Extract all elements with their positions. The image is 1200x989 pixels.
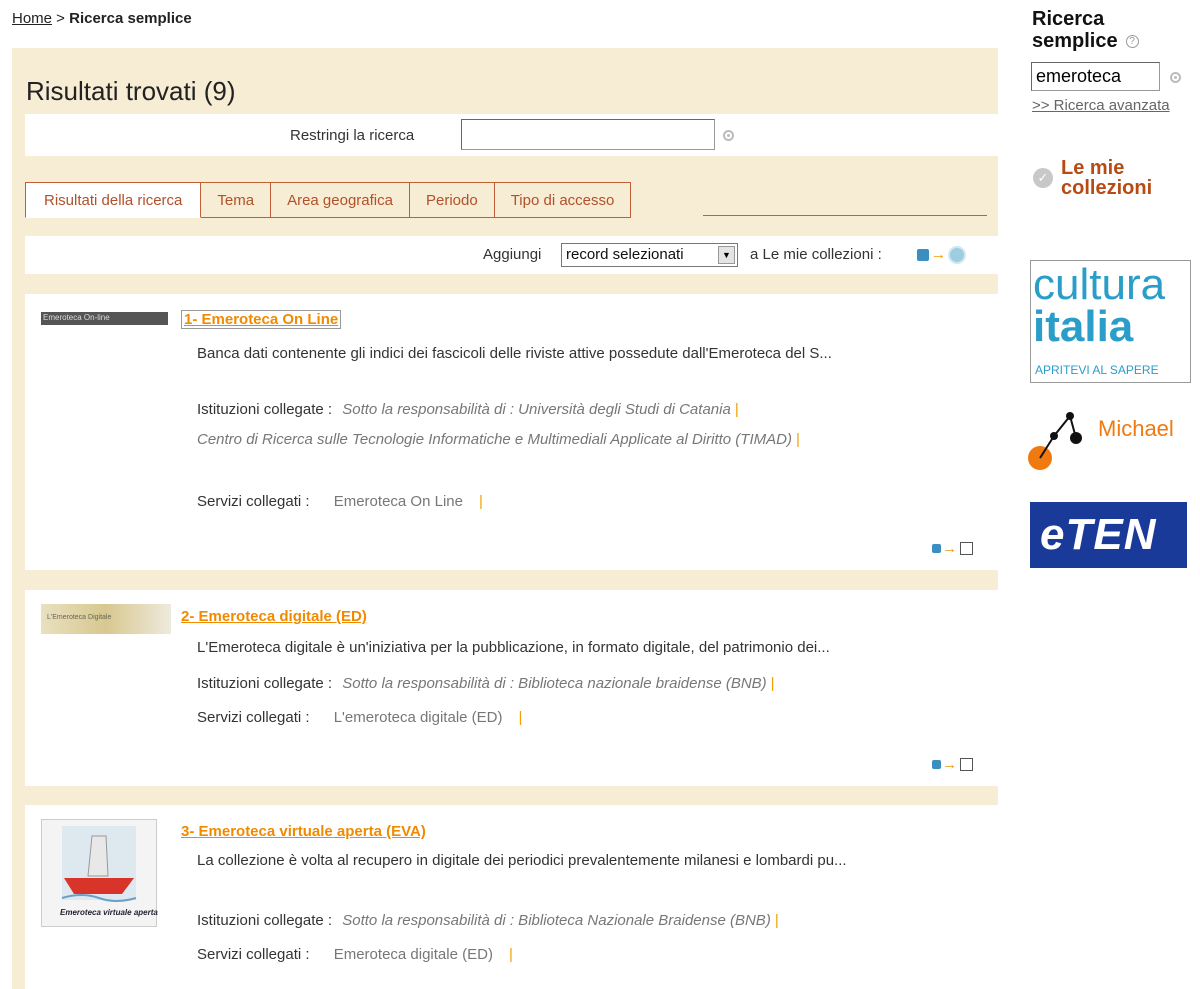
result-card: Emeroteca On-line 1- Emeroteca On Line B… bbox=[25, 294, 999, 570]
sidebar-title-line1: Ricerca bbox=[1032, 8, 1105, 30]
separator: | bbox=[734, 401, 739, 418]
separator: | bbox=[774, 912, 779, 929]
institutions-label: Istituzioni collegate : bbox=[197, 912, 333, 929]
logo-tagline: APRITEVI AL SAPERE bbox=[1035, 363, 1159, 377]
culturaitalia-logo[interactable]: cultura italia APRITEVI AL SAPERE bbox=[1030, 260, 1191, 383]
result-actions: → bbox=[932, 755, 973, 773]
logo-text: eTEN bbox=[1040, 510, 1157, 559]
tab-area-geografica[interactable]: Area geografica bbox=[271, 182, 410, 218]
result-thumbnail[interactable]: Emeroteca virtuale aperta bbox=[41, 819, 158, 927]
institution-link[interactable]: Sotto la responsabilità di : Biblioteca … bbox=[342, 675, 766, 692]
tab-tipo-di-accesso[interactable]: Tipo di accesso bbox=[494, 182, 632, 218]
separator: | bbox=[508, 946, 513, 963]
breadcrumb: Home > Ricerca semplice bbox=[12, 10, 192, 27]
sidebar-search-input[interactable] bbox=[1031, 62, 1160, 91]
records-icon bbox=[932, 760, 941, 769]
collections-line2: collezioni bbox=[1061, 177, 1153, 199]
records-icon bbox=[932, 544, 941, 553]
result-thumbnail[interactable]: Emeroteca On-line bbox=[41, 312, 168, 325]
result-institutions: Istituzioni collegate : Sotto la respons… bbox=[197, 672, 977, 696]
result-card: Emeroteca virtuale aperta 3- Emeroteca v… bbox=[25, 805, 999, 989]
service-link[interactable]: Emeroteca On Line bbox=[334, 493, 463, 510]
result-institutions: Istituzioni collegate : Sotto la respons… bbox=[197, 909, 977, 933]
separator: | bbox=[518, 709, 523, 726]
result-services: Servizi collegati : Emeroteca digitale (… bbox=[197, 943, 977, 967]
institutions-label: Istituzioni collegate : bbox=[197, 401, 333, 418]
add-suffix: a Le mie collezioni : bbox=[750, 246, 882, 263]
records-icon bbox=[917, 249, 929, 261]
breadcrumb-current: Ricerca semplice bbox=[69, 10, 192, 27]
check-icon: ✓ bbox=[1033, 168, 1053, 188]
result-description: La collezione è volta al recupero in dig… bbox=[197, 852, 847, 869]
service-link[interactable]: Emeroteca digitale (ED) bbox=[334, 946, 493, 963]
tab-bar: Risultati della ricerca Tema Area geogra… bbox=[25, 182, 632, 218]
result-services: Servizi collegati : L'emeroteca digitale… bbox=[197, 706, 977, 730]
tab-tema[interactable]: Tema bbox=[201, 182, 272, 218]
michael-dots-icon bbox=[1028, 412, 1082, 470]
tab-periodo[interactable]: Periodo bbox=[409, 182, 495, 218]
result-description: Banca dati contenente gli indici dei fas… bbox=[197, 345, 832, 362]
separator: | bbox=[770, 675, 775, 692]
result-title-link[interactable]: 2- Emeroteca digitale (ED) bbox=[181, 608, 367, 625]
service-link[interactable]: L'emeroteca digitale (ED) bbox=[334, 709, 503, 726]
help-icon[interactable]: ? bbox=[1125, 35, 1139, 49]
refine-label: Restringi la ricerca bbox=[290, 127, 415, 144]
result-description: L'Emeroteca digitale è un'iniziativa per… bbox=[197, 639, 830, 656]
arrow-right-icon: → bbox=[942, 539, 957, 557]
result-services: Servizi collegati : Emeroteca On Line | bbox=[197, 490, 977, 514]
sidebar-search-title: Ricerca semplice? bbox=[1032, 8, 1139, 52]
collection-icon bbox=[948, 246, 966, 264]
separator: | bbox=[795, 431, 800, 448]
result-institutions: Istituzioni collegate : Sotto la respons… bbox=[197, 398, 977, 452]
add-select-value: record selezionati bbox=[566, 246, 684, 263]
tab-risultati[interactable]: Risultati della ricerca bbox=[25, 182, 202, 218]
institution-link[interactable]: Centro di Ricerca sulle Tecnologie Infor… bbox=[197, 428, 792, 452]
arrow-right-icon: → bbox=[931, 246, 946, 263]
my-collections-label: Le mie collezioni bbox=[1061, 158, 1152, 198]
advanced-search-link[interactable]: >> Ricerca avanzata bbox=[1032, 97, 1170, 114]
institution-link[interactable]: Sotto la responsabilità di : Università … bbox=[342, 401, 731, 418]
thumbnail-caption: L'Emeroteca Digitale bbox=[47, 614, 112, 621]
result-actions: → bbox=[932, 539, 973, 557]
services-label: Servizi collegati : bbox=[197, 946, 310, 963]
results-panel: Risultati trovati (9) Restringi la ricer… bbox=[12, 48, 999, 989]
collections-line1: Le mie bbox=[1061, 157, 1125, 179]
refine-input[interactable] bbox=[461, 119, 715, 150]
page-title: Risultati trovati (9) bbox=[26, 76, 236, 106]
logo-text: cultura bbox=[1033, 260, 1166, 309]
result-thumbnail[interactable]: L'Emeroteca Digitale bbox=[41, 604, 171, 634]
result-card: L'Emeroteca Digitale 2- Emeroteca digita… bbox=[25, 590, 999, 786]
services-label: Servizi collegati : bbox=[197, 709, 310, 726]
logo-text: Michael bbox=[1098, 416, 1174, 441]
result-title-link[interactable]: 1- Emeroteca On Line bbox=[181, 310, 342, 329]
thumbnail-caption: Emeroteca virtuale aperta bbox=[60, 908, 158, 917]
services-label: Servizi collegati : bbox=[197, 493, 310, 510]
my-collections-link[interactable]: ✓ Le mie collezioni bbox=[1033, 158, 1152, 198]
sidebar-search-go-icon[interactable] bbox=[1170, 72, 1181, 83]
refine-bar: Restringi la ricerca bbox=[25, 114, 999, 156]
institution-link[interactable]: Sotto la responsabilità di : Biblioteca … bbox=[342, 912, 771, 929]
logo-text: italia bbox=[1033, 302, 1134, 351]
result-title-link[interactable]: 3- Emeroteca virtuale aperta (EVA) bbox=[181, 823, 426, 840]
separator: | bbox=[478, 493, 483, 510]
select-checkbox[interactable] bbox=[960, 542, 973, 555]
institutions-label: Istituzioni collegate : bbox=[197, 675, 333, 692]
add-to-collections-button[interactable]: → bbox=[917, 246, 966, 264]
breadcrumb-separator: > bbox=[52, 10, 70, 27]
thumbnail-caption: Emeroteca On-line bbox=[43, 313, 110, 322]
eten-logo[interactable]: eTEN bbox=[1030, 502, 1187, 568]
michael-logo[interactable]: Michael bbox=[1026, 408, 1194, 472]
add-selection-select[interactable]: record selezionati ▼ bbox=[561, 243, 738, 267]
add-to-collections-bar: Aggiungi record selezionati ▼ a Le mie c… bbox=[25, 236, 999, 274]
tabs-underline bbox=[703, 215, 987, 216]
refine-go-icon[interactable] bbox=[723, 130, 734, 141]
select-checkbox[interactable] bbox=[960, 758, 973, 771]
sidebar-title-line2: semplice bbox=[1032, 30, 1118, 52]
arrow-right-icon: → bbox=[942, 755, 957, 773]
breadcrumb-home-link[interactable]: Home bbox=[12, 10, 52, 27]
chevron-down-icon[interactable]: ▼ bbox=[718, 246, 735, 264]
add-label: Aggiungi bbox=[483, 246, 542, 263]
